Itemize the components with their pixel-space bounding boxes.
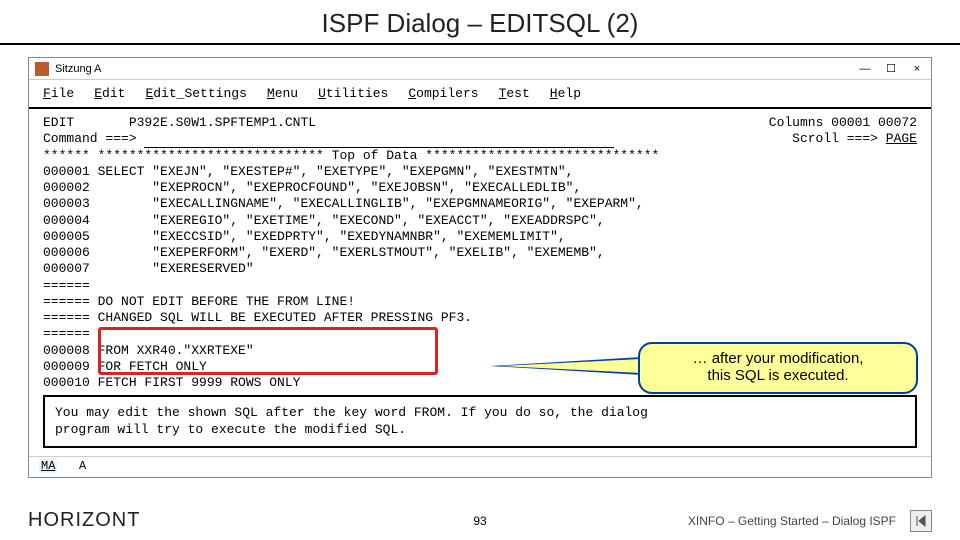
menu-file[interactable]: File <box>43 86 74 101</box>
first-slide-icon[interactable] <box>910 510 932 532</box>
command-line[interactable]: Command ===> <box>43 131 614 147</box>
menu-bar: File Edit Edit_Settings Menu Utilities C… <box>29 80 931 109</box>
editor-line[interactable]: 000002 "EXEPROCN", "EXEPROCFOUND", "EXEJ… <box>43 180 917 196</box>
columns-indicator: Columns 00001 00072 <box>769 115 917 131</box>
menu-compilers[interactable]: Compilers <box>408 86 478 101</box>
editor-line[interactable]: ====== <box>43 278 917 294</box>
status-a: A <box>79 459 86 473</box>
minimize-button[interactable]: — <box>857 61 873 77</box>
editor-line[interactable]: 000007 "EXERESERVED" <box>43 261 917 277</box>
callout-line2: this SQL is executed. <box>652 367 904 384</box>
footer-brand: HORIZONT <box>28 509 140 532</box>
footer-breadcrumb: XINFO – Getting Started – Dialog ISPF <box>688 514 896 528</box>
editor-body: EDIT P392E.S0W1.SPFTEMP1.CNTL Columns 00… <box>29 109 931 450</box>
app-icon <box>35 62 49 76</box>
editor-line[interactable]: 000005 "EXECCSID", "EXEDPRTY", "EXEDYNAM… <box>43 229 917 245</box>
status-bar: MA A <box>29 456 931 477</box>
annotation-callout: … after your modification, this SQL is e… <box>638 342 918 394</box>
title-divider <box>0 43 960 45</box>
terminal-window: Sitzung A — ☐ × File Edit Edit_Settings … <box>28 57 932 478</box>
editor-line[interactable]: ====== CHANGED SQL WILL BE EXECUTED AFTE… <box>43 310 917 326</box>
callout-pointer-fill <box>500 358 660 374</box>
page-number: 93 <box>473 514 486 528</box>
menu-utilities[interactable]: Utilities <box>318 86 388 101</box>
editor-line[interactable]: 000003 "EXECALLINGNAME", "EXECALLINGLIB"… <box>43 196 917 212</box>
edit-mode-label: EDIT P392E.S0W1.SPFTEMP1.CNTL <box>43 115 316 131</box>
menu-help[interactable]: Help <box>550 86 581 101</box>
menu-edit-settings[interactable]: Edit_Settings <box>145 86 246 101</box>
scroll-field[interactable]: Scroll ===> PAGE <box>792 131 917 147</box>
callout-line1: … after your modification, <box>652 350 904 367</box>
editor-line[interactable]: ====== DO NOT EDIT BEFORE THE FROM LINE! <box>43 294 917 310</box>
maximize-button[interactable]: ☐ <box>883 61 899 77</box>
menu-edit[interactable]: Edit <box>94 86 125 101</box>
editor-line[interactable]: 000006 "EXEPERFORM", "EXERD", "EXERLSTMO… <box>43 245 917 261</box>
close-button[interactable]: × <box>909 61 925 77</box>
slide-footer: HORIZONT 93 XINFO – Getting Started – Di… <box>0 509 960 532</box>
menu-menu[interactable]: Menu <box>267 86 298 101</box>
editor-line[interactable]: 000004 "EXEREGIO", "EXETIME", "EXECOND",… <box>43 213 917 229</box>
editor-line[interactable]: ====== <box>43 326 917 342</box>
status-ma: MA <box>39 459 57 473</box>
menu-test[interactable]: Test <box>499 86 530 101</box>
editor-line[interactable]: ****** ***************************** Top… <box>43 148 917 164</box>
help-message-box: You may edit the shown SQL after the key… <box>43 395 917 448</box>
window-title: Sitzung A <box>55 63 101 75</box>
slide-title: ISPF Dialog – EDITSQL (2) <box>0 0 960 43</box>
window-titlebar: Sitzung A — ☐ × <box>29 58 931 80</box>
editor-line[interactable]: 000001 SELECT "EXEJN", "EXESTEP#", "EXET… <box>43 164 917 180</box>
